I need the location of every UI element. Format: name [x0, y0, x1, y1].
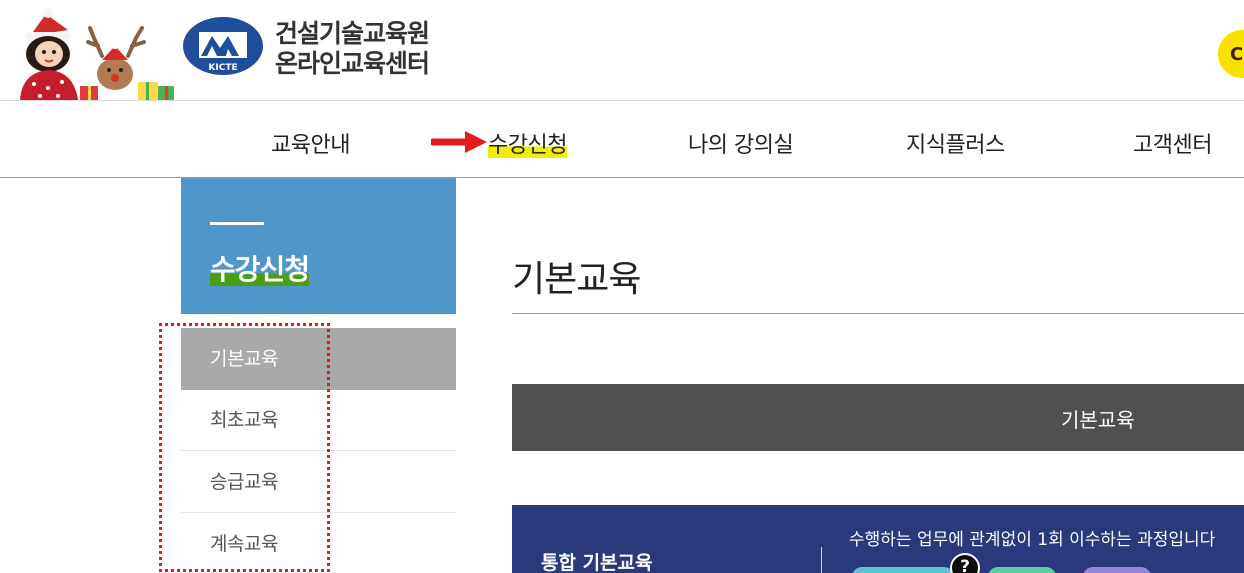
- nav-item-label: 나의 강의실: [688, 133, 794, 158]
- question-icon[interactable]: ?: [950, 553, 980, 573]
- course-option-button[interactable]: [988, 567, 1056, 573]
- svg-text:C: C: [1230, 44, 1243, 65]
- title-divider: [512, 313, 1244, 314]
- nav-item-customer-center[interactable]: 고객센터: [1133, 127, 1212, 159]
- site-header: KICTE 건설기술교육원 온라인교육센터 C: [0, 0, 1244, 101]
- kicte-logo-icon[interactable]: KICTE: [182, 16, 264, 76]
- sidebar-header: 수강신청: [181, 178, 456, 314]
- course-divider: [821, 547, 822, 573]
- course-name: 통합 기본교육: [541, 552, 653, 573]
- logo-emblem-text: KICTE: [208, 63, 237, 73]
- nav-item-label: 수강신청: [488, 133, 567, 158]
- page-title: 기본교육: [512, 259, 641, 300]
- logo-title-line2[interactable]: 온라인교육센터: [275, 44, 430, 80]
- nav-item-label: 고객센터: [1133, 133, 1212, 158]
- red-arrow-annotation-icon: [431, 131, 487, 153]
- main-navigation: 교육안내 수강신청 나의 강의실 지식플러스 고객센터: [0, 101, 1244, 178]
- sidebar-title-bar: [210, 222, 264, 225]
- course-option-button[interactable]: [852, 567, 954, 573]
- christmas-mascot-icon: [20, 8, 174, 100]
- section-header-bar: 기본교육: [512, 384, 1244, 451]
- nav-item-knowledge-plus[interactable]: 지식플러스: [906, 127, 1005, 159]
- nav-item-my-classroom[interactable]: 나의 강의실: [688, 127, 794, 159]
- nav-item-enrollment[interactable]: 수강신청: [488, 127, 567, 159]
- nav-item-education-info[interactable]: 교육안내: [271, 127, 350, 159]
- red-dotted-annotation: [159, 323, 330, 572]
- course-option-button[interactable]: [1083, 567, 1151, 573]
- sidebar-title: 수강신청: [210, 253, 310, 286]
- course-card: 통합 기본교육 수행하는 업무에 관계없이 1회 이수하는 과정입니다 ?: [512, 505, 1244, 573]
- kakao-talk-icon[interactable]: C: [1216, 28, 1244, 80]
- nav-item-label: 교육안내: [271, 133, 350, 158]
- course-description: 수행하는 업무에 관계없이 1회 이수하는 과정입니다: [849, 530, 1216, 550]
- nav-item-label: 지식플러스: [906, 133, 1005, 158]
- section-header-label: 기본교육: [1061, 408, 1135, 432]
